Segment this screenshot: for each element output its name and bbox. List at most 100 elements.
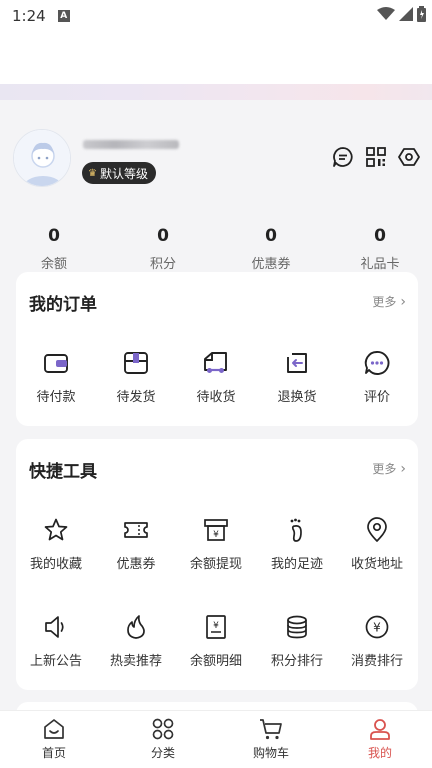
bottom-tab-bar: 首页 分类 购物车 我的 xyxy=(0,710,432,768)
stat-label: 优惠券 xyxy=(251,257,291,272)
comment-icon xyxy=(364,351,390,375)
order-label: 待收货 xyxy=(196,390,236,405)
profile-section: ♛ 默认等级 xyxy=(0,100,432,216)
star-icon xyxy=(44,518,68,541)
avatar[interactable] xyxy=(13,129,71,187)
orders-more-label: 更多 xyxy=(372,295,397,309)
header-icons xyxy=(332,146,420,168)
tool-footprint[interactable]: 我的足迹 xyxy=(257,517,337,572)
truck-icon xyxy=(204,352,227,373)
tool-spending-ranking[interactable]: ¥ 消费排行 xyxy=(337,614,417,669)
default-avatar-icon xyxy=(14,130,70,186)
tool-address[interactable]: 收货地址 xyxy=(337,517,417,572)
yen-circle-icon: ¥ xyxy=(365,615,389,639)
tab-label: 首页 xyxy=(41,746,66,760)
tools-more-label: 更多 xyxy=(372,462,397,476)
level-badge[interactable]: ♛ 默认等级 xyxy=(82,162,156,184)
order-label: 待发货 xyxy=(116,390,156,405)
header-gradient xyxy=(0,84,432,100)
tool-label: 我的足迹 xyxy=(270,557,323,572)
bill-icon: ¥ xyxy=(206,615,226,639)
qrcode-icon[interactable] xyxy=(365,146,387,168)
stat-gift-cards[interactable]: 0 礼品卡 xyxy=(340,226,420,272)
stat-value: 0 xyxy=(157,226,169,246)
tool-points-ranking[interactable]: 积分排行 xyxy=(257,614,337,669)
flame-icon xyxy=(127,615,145,639)
tool-label: 收货地址 xyxy=(350,557,403,572)
tab-label: 分类 xyxy=(150,746,175,760)
package-icon xyxy=(124,352,148,374)
order-label: 退换货 xyxy=(277,390,317,405)
status-bar: 1:24 A xyxy=(0,0,432,32)
tool-label: 优惠券 xyxy=(116,557,156,572)
account-stats: 0 余额 0 积分 0 优惠券 0 礼品卡 xyxy=(0,226,432,272)
order-label: 待付款 xyxy=(36,390,76,405)
signal-icon xyxy=(399,7,413,21)
tool-withdraw[interactable]: ¥ 余额提现 xyxy=(176,517,256,572)
order-review[interactable]: 评价 xyxy=(337,350,417,405)
stat-balance[interactable]: 0 余额 xyxy=(14,226,94,272)
order-label: 评价 xyxy=(363,390,390,405)
tab-home[interactable]: 首页 xyxy=(14,717,94,761)
svg-text:¥: ¥ xyxy=(213,621,219,631)
tool-label: 余额提现 xyxy=(189,557,242,572)
status-time: 1:24 xyxy=(12,7,46,25)
cart-icon xyxy=(260,719,282,740)
settings-icon[interactable] xyxy=(398,146,420,168)
svg-text:¥: ¥ xyxy=(373,621,381,635)
home-icon xyxy=(44,719,64,739)
tool-balance-details[interactable]: ¥ 余额明细 xyxy=(176,614,256,669)
chevron-right-icon: › xyxy=(400,460,406,477)
stat-label: 礼品卡 xyxy=(360,257,400,272)
tool-label: 余额明细 xyxy=(189,654,242,669)
stat-value: 0 xyxy=(374,226,386,246)
orders-title: 我的订单 xyxy=(29,295,97,315)
orders-more-link[interactable]: 更多 › xyxy=(372,293,406,310)
orders-card: 我的订单 更多 › 待付款 待发货 待收货 退换货 评价 xyxy=(16,272,418,426)
tools-title: 快捷工具 xyxy=(29,462,97,482)
tab-label: 购物车 xyxy=(252,746,289,760)
battery-icon xyxy=(417,6,426,22)
svg-text:¥: ¥ xyxy=(213,530,219,540)
stat-value: 0 xyxy=(265,226,277,246)
order-pending-receipt[interactable]: 待收货 xyxy=(176,350,256,405)
stat-label: 余额 xyxy=(40,257,67,272)
status-icons xyxy=(377,6,426,22)
order-returns[interactable]: 退换货 xyxy=(257,350,337,405)
category-icon xyxy=(152,718,174,740)
tool-announcements[interactable]: 上新公告 xyxy=(16,614,96,669)
stat-value: 0 xyxy=(48,226,60,246)
wallet-icon xyxy=(44,354,68,373)
app-header-area xyxy=(0,32,432,84)
notification-icon: A xyxy=(57,10,70,22)
return-icon xyxy=(287,353,307,373)
tool-label: 上新公告 xyxy=(29,654,82,669)
coins-icon xyxy=(287,615,307,639)
tool-hot-picks[interactable]: 热卖推荐 xyxy=(96,614,176,669)
tab-category[interactable]: 分类 xyxy=(123,717,203,761)
tool-label: 积分排行 xyxy=(270,654,323,669)
withdraw-icon: ¥ xyxy=(204,519,228,541)
ticket-icon xyxy=(124,522,148,538)
stat-label: 积分 xyxy=(149,257,176,272)
chevron-right-icon: › xyxy=(400,293,406,310)
stat-coupons[interactable]: 0 优惠券 xyxy=(231,226,311,272)
tool-favorites[interactable]: 我的收藏 xyxy=(16,517,96,572)
username-blurred xyxy=(83,140,179,149)
message-icon[interactable] xyxy=(332,146,354,168)
tab-cart[interactable]: 购物车 xyxy=(231,717,311,761)
tool-label: 热卖推荐 xyxy=(109,654,162,669)
tools-card: 快捷工具 更多 › 我的收藏 优惠券 ¥ 余额提现 我的足迹 收货地址 上新公告… xyxy=(16,439,418,690)
tab-mine[interactable]: 我的 xyxy=(340,717,420,761)
tool-label: 我的收藏 xyxy=(29,557,82,572)
tool-label: 消费排行 xyxy=(350,654,403,669)
order-pending-payment[interactable]: 待付款 xyxy=(16,350,96,405)
level-badge-label: 默认等级 xyxy=(99,166,148,181)
footprint-icon xyxy=(290,518,302,542)
tool-coupons[interactable]: 优惠券 xyxy=(96,517,176,572)
stat-points[interactable]: 0 积分 xyxy=(123,226,203,272)
tools-more-link[interactable]: 更多 › xyxy=(372,460,406,477)
location-icon xyxy=(367,517,387,542)
order-pending-shipment[interactable]: 待发货 xyxy=(96,350,176,405)
crown-icon: ♛ xyxy=(88,167,97,179)
